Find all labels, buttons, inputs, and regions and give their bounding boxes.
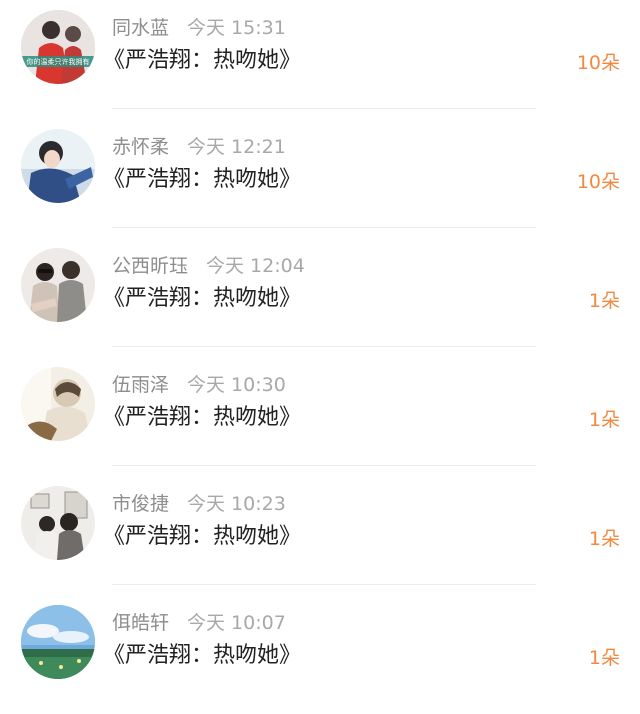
avatar[interactable]: [21, 248, 95, 322]
username[interactable]: 公西昕珏: [112, 255, 188, 277]
two-people-avatar-icon: [21, 248, 95, 322]
avatar[interactable]: [21, 367, 95, 441]
divider: [112, 584, 536, 585]
flower-count: 1朵: [588, 647, 620, 669]
username[interactable]: 同水蓝: [112, 17, 169, 39]
divider: [112, 346, 536, 347]
work-title[interactable]: 《严浩翔：热吻她》: [103, 46, 301, 76]
divider: [112, 465, 536, 466]
landscape-sky-avatar-icon: [21, 605, 95, 679]
flower-count: 10朵: [576, 171, 620, 193]
username[interactable]: 市俊捷: [112, 493, 169, 515]
timestamp: 今天 15:31: [187, 17, 286, 39]
person-red-avatar-icon: 你的温柔只许我拥有: [21, 10, 95, 84]
list-item[interactable]: 你的温柔只许我拥有 同水蓝 今天 15:31 《严浩翔：热吻她》 10朵: [0, 0, 640, 119]
list-item[interactable]: 公西昕珏 今天 12:04 《严浩翔：热吻她》 1朵: [0, 238, 640, 357]
divider: [112, 227, 536, 228]
person-blue-jacket-avatar-icon: [21, 129, 95, 203]
divider: [112, 108, 536, 109]
work-title[interactable]: 《严浩翔：热吻她》: [103, 284, 301, 314]
list-item[interactable]: 市俊捷 今天 10:23 《严浩翔：热吻她》 1朵: [0, 476, 640, 595]
work-title[interactable]: 《严浩翔：热吻她》: [103, 641, 301, 671]
list-item[interactable]: 伍雨泽 今天 10:30 《严浩翔：热吻她》 1朵: [0, 357, 640, 476]
avatar[interactable]: [21, 605, 95, 679]
avatar[interactable]: 你的温柔只许我拥有: [21, 10, 95, 84]
flower-count: 10朵: [576, 52, 620, 74]
timestamp: 今天 10:23: [187, 493, 286, 515]
avatar[interactable]: [21, 486, 95, 560]
work-title[interactable]: 《严浩翔：热吻她》: [103, 165, 301, 195]
username[interactable]: 佴皓轩: [112, 612, 169, 634]
flower-count: 1朵: [588, 528, 620, 550]
timestamp: 今天 10:30: [187, 374, 286, 396]
flower-count: 1朵: [588, 290, 620, 312]
username[interactable]: 赤怀柔: [112, 136, 169, 158]
gift-list: 你的温柔只许我拥有 同水蓝 今天 15:31 《严浩翔：热吻她》 10朵 赤怀柔今…: [0, 0, 640, 714]
list-item[interactable]: 赤怀柔 今天 12:21 《严浩翔：热吻她》 10朵: [0, 119, 640, 238]
username[interactable]: 伍雨泽: [112, 374, 169, 396]
user-info: 佴皓轩 今天 10:07: [112, 611, 286, 635]
person-back-avatar-icon: [21, 367, 95, 441]
work-title[interactable]: 《严浩翔：热吻她》: [103, 522, 301, 552]
timestamp: 今天 12:21: [187, 136, 286, 158]
user-info: 伍雨泽 今天 10:30: [112, 373, 286, 397]
timestamp: 今天 10:07: [187, 612, 286, 634]
user-info: 同水蓝 今天 15:31: [112, 16, 286, 40]
avatar[interactable]: [21, 129, 95, 203]
avatar-caption: 你的温柔只许我拥有: [27, 57, 90, 66]
user-info: 赤怀柔 今天 12:21: [112, 135, 286, 159]
couple-room-avatar-icon: [21, 486, 95, 560]
flower-count: 1朵: [588, 409, 620, 431]
user-info: 市俊捷 今天 10:23: [112, 492, 286, 516]
list-item[interactable]: 佴皓轩 今天 10:07 《严浩翔：热吻她》 1朵: [0, 595, 640, 714]
work-title[interactable]: 《严浩翔：热吻她》: [103, 403, 301, 433]
user-info: 公西昕珏 今天 12:04: [112, 254, 305, 278]
timestamp: 今天 12:04: [206, 255, 305, 277]
